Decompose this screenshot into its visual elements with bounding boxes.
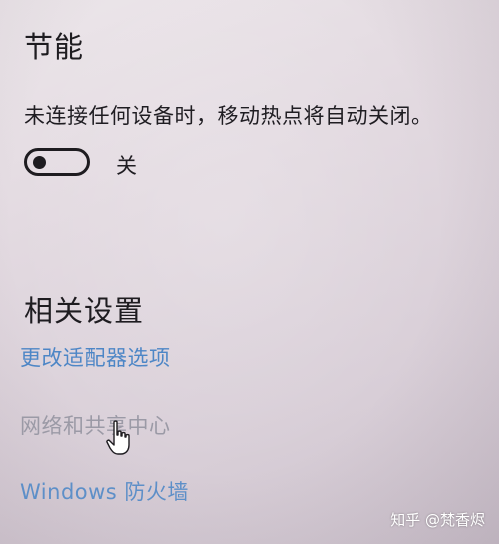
energy-saving-title: 节能 [24,30,85,64]
hand-pointer-cursor-icon [106,420,130,455]
zhihu-watermark: 知乎 @梵香烬 [390,511,485,529]
related-settings-title: 相关设置 [24,294,145,328]
network-sharing-center-link[interactable]: 网络和共享中心 [20,410,171,440]
energy-saving-toggle[interactable] [24,148,90,176]
change-adapter-options-link[interactable]: 更改适配器选项 [20,342,171,372]
energy-saving-description: 未连接任何设备时，移动热点将自动关闭。 [24,104,433,128]
windows-firewall-link[interactable]: Windows 防火墙 [20,476,189,506]
photo-vignette [0,0,499,544]
toggle-knob [33,155,46,169]
toggle-state-label: 关 [116,154,137,178]
